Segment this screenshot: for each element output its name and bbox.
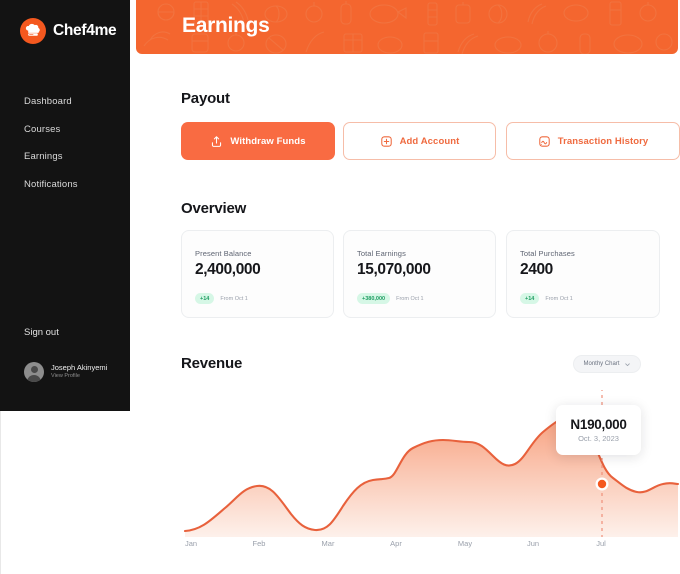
stat-card-note: From Oct 1 xyxy=(396,295,424,302)
chart-range-label: Monthy Chart xyxy=(583,361,620,367)
stat-card-label: Total Earnings xyxy=(357,249,406,258)
sidebar-item-dashboard[interactable]: Dashboard xyxy=(24,96,72,107)
add-account-button[interactable]: Add Account xyxy=(343,122,496,160)
chart-tooltip-value: N190,000 xyxy=(570,417,627,432)
x-axis-tick: May xyxy=(457,539,473,548)
transaction-history-button[interactable]: Transaction History xyxy=(506,122,680,160)
x-axis-tick: Apr xyxy=(390,539,402,548)
status-badge: +380,000 xyxy=(357,293,391,304)
add-account-label: Add Account xyxy=(399,135,460,147)
sidebar: Chef4me Dashboard Courses Earnings Notif… xyxy=(0,0,130,411)
stat-card-footer: +380,000 From Oct 1 xyxy=(357,293,424,304)
plus-square-icon xyxy=(380,135,392,147)
stat-card-footer: +14 From Oct 1 xyxy=(195,293,248,304)
stat-card-value: 15,070,000 xyxy=(357,261,431,278)
status-badge: +14 xyxy=(195,293,215,304)
stat-card-label: Total Purchases xyxy=(520,249,575,258)
stat-card: Total Earnings 15,070,000 +380,000 From … xyxy=(343,230,496,318)
x-axis-tick: Jul xyxy=(596,539,606,548)
revenue-section-title: Revenue xyxy=(181,355,243,372)
chef-hat-icon xyxy=(20,18,46,44)
chart-range-select[interactable]: Monthy Chart xyxy=(573,355,641,373)
highlight-point xyxy=(597,479,607,489)
sign-out-button[interactable]: Sign out xyxy=(24,327,59,338)
view-profile-link[interactable]: View Profile xyxy=(51,373,107,380)
overview-section-title: Overview xyxy=(181,200,247,217)
avatar-icon xyxy=(24,362,44,382)
sidebar-item-notifications[interactable]: Notifications xyxy=(24,179,78,190)
chart-tooltip: N190,000 Oct. 3, 2023 xyxy=(556,405,641,455)
sidebar-item-earnings[interactable]: Earnings xyxy=(24,151,63,162)
revenue-chart[interactable]: Jan Feb Mar Apr May Jun Jul N190,000 Oct… xyxy=(181,390,680,574)
chevron-down-icon xyxy=(624,362,630,366)
sidebar-item-courses[interactable]: Courses xyxy=(24,124,60,135)
stat-card-footer: +14 From Oct 1 xyxy=(520,293,573,304)
profile-name: Joseph Akinyemi xyxy=(51,363,108,373)
main-content: Payout Withdraw Funds Add Account Transa… xyxy=(181,0,680,574)
sidebar-lower-divider xyxy=(0,411,130,574)
x-axis-tick: Feb xyxy=(252,539,266,548)
status-badge: +14 xyxy=(520,293,540,304)
profile-card[interactable]: Joseph Akinyemi View Profile xyxy=(24,362,107,382)
withdraw-funds-label: Withdraw Funds xyxy=(230,135,306,147)
x-axis-tick: Jan xyxy=(184,539,198,548)
stat-card-note: From Oct 1 xyxy=(220,295,248,302)
payout-section-title: Payout xyxy=(181,90,230,107)
transaction-history-label: Transaction History xyxy=(557,135,649,147)
upload-icon xyxy=(212,135,222,147)
chart-tooltip-date: Oct. 3, 2023 xyxy=(578,434,619,443)
brand-logo[interactable]: Chef4me xyxy=(20,18,117,44)
stat-card-value: 2400 xyxy=(520,261,553,278)
stat-card: Total Purchases 2400 +14 From Oct 1 xyxy=(506,230,660,318)
x-axis-tick: Jun xyxy=(526,539,540,548)
stat-card: Present Balance 2,400,000 +14 From Oct 1 xyxy=(181,230,334,318)
x-axis-tick: Mar xyxy=(321,539,335,548)
stat-card-value: 2,400,000 xyxy=(195,261,261,278)
chart-square-icon xyxy=(538,135,550,147)
stat-card-note: From Oct 1 xyxy=(545,295,573,302)
withdraw-funds-button[interactable]: Withdraw Funds xyxy=(181,122,335,160)
brand-name: Chef4me xyxy=(53,22,117,39)
stat-card-label: Present Balance xyxy=(195,249,252,258)
